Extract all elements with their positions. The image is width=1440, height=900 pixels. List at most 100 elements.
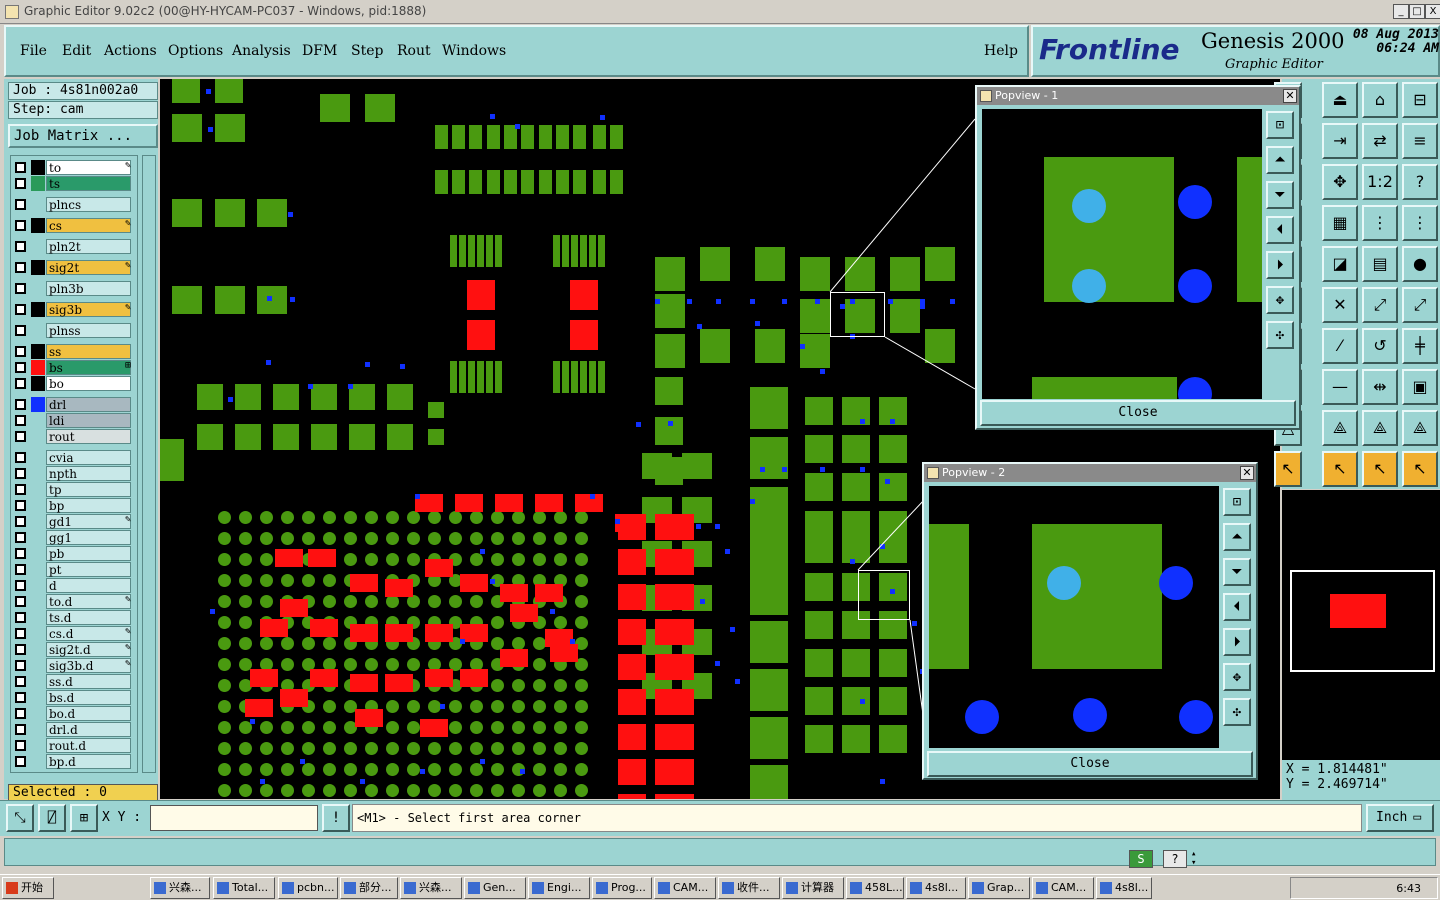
layer-row[interactable]: pln3b	[13, 281, 137, 296]
popview-1-pan-right-icon[interactable]: ⏵	[1266, 251, 1294, 279]
layer-checkbox[interactable]	[15, 612, 26, 623]
tool-button-icon[interactable]: ?	[1402, 164, 1438, 200]
layer-name[interactable]: cs	[46, 218, 131, 233]
tool-button-icon[interactable]: ≡	[1402, 123, 1438, 159]
layer-color-swatch[interactable]	[31, 498, 45, 513]
layer-name[interactable]: bo	[46, 376, 131, 391]
layer-color-swatch[interactable]	[31, 323, 45, 338]
layer-row[interactable]: sig3b.d ✎	[13, 658, 137, 673]
tool-button-icon[interactable]: ↖	[1274, 451, 1302, 487]
layer-checkbox[interactable]	[15, 500, 26, 511]
layer-row[interactable]: ss.d	[13, 674, 137, 689]
close-window-button[interactable]: X	[1425, 4, 1440, 19]
layer-checkbox[interactable]	[15, 162, 26, 173]
layer-checkbox[interactable]	[15, 220, 26, 231]
layer-name[interactable]: ss	[46, 344, 131, 359]
layer-color-swatch[interactable]	[31, 642, 45, 657]
layer-row[interactable]: bs ⊞	[13, 360, 137, 375]
layer-checkbox[interactable]	[15, 564, 26, 575]
tool-button-icon[interactable]: ↖	[1362, 451, 1398, 487]
tool-button-icon[interactable]: ▦	[1322, 205, 1358, 241]
popview-1-close-icon[interactable]: ✕	[1283, 89, 1297, 103]
layer-color-swatch[interactable]	[31, 482, 45, 497]
layer-row[interactable]: sig3b ✎	[13, 302, 137, 317]
tool-button-icon[interactable]: ⋮	[1402, 205, 1438, 241]
layer-name[interactable]: pln2t	[46, 239, 131, 254]
layer-row[interactable]: bo.d	[13, 706, 137, 721]
layer-color-swatch[interactable]	[31, 546, 45, 561]
layer-color-swatch[interactable]	[31, 706, 45, 721]
minimize-button[interactable]: _	[1393, 4, 1409, 19]
layer-name[interactable]: sig3b.d	[46, 658, 131, 673]
popview-2-pan-left-icon[interactable]: ⏴	[1223, 593, 1251, 621]
taskbar-item[interactable]: 兴森...	[400, 877, 462, 899]
layer-name[interactable]: rout.d	[46, 738, 131, 753]
layer-name[interactable]: plnss	[46, 323, 131, 338]
layer-color-swatch[interactable]	[31, 722, 45, 737]
layer-checkbox[interactable]	[15, 199, 26, 210]
tool-button-icon[interactable]: ⤢	[1362, 287, 1398, 323]
layer-name[interactable]: cs.d	[46, 626, 131, 641]
popview-1-pan-left-icon[interactable]: ⏴	[1266, 216, 1294, 244]
popview-1-pan-down-icon[interactable]: ⏷	[1266, 181, 1294, 209]
layer-color-swatch[interactable]	[31, 594, 45, 609]
tool-button-icon[interactable]: —	[1322, 369, 1358, 405]
info-icon[interactable]: !	[322, 804, 350, 832]
layer-name[interactable]: pb	[46, 546, 131, 561]
layer-color-swatch[interactable]	[31, 562, 45, 577]
taskbar-item[interactable]: 收件...	[718, 877, 780, 899]
taskbar-item[interactable]: Total...	[213, 877, 275, 899]
layer-scrollbar[interactable]	[142, 155, 156, 773]
layer-row[interactable]: pb	[13, 546, 137, 561]
tool-button-icon[interactable]: ⁄	[1322, 328, 1358, 364]
layer-name[interactable]: gd1	[46, 514, 131, 529]
tool-button-icon[interactable]: 1:2	[1362, 164, 1398, 200]
layer-checkbox[interactable]	[15, 516, 26, 527]
tool-button-icon[interactable]: ⌂	[1362, 82, 1398, 118]
layer-color-swatch[interactable]	[31, 344, 45, 359]
layer-color-swatch[interactable]	[31, 413, 45, 428]
tool-button-icon[interactable]: ⊟	[1402, 82, 1438, 118]
popview-1-zoom-in-icon[interactable]: ✥	[1266, 286, 1294, 314]
layer-color-swatch[interactable]	[31, 658, 45, 673]
layer-row[interactable]: to.d ✎	[13, 594, 137, 609]
layer-row[interactable]: ss	[13, 344, 137, 359]
tool-button-icon[interactable]: ⟁	[1402, 410, 1438, 446]
layer-checkbox[interactable]	[15, 362, 26, 373]
help-icon[interactable]: ?	[1163, 850, 1187, 868]
layer-row[interactable]: npth	[13, 466, 137, 481]
tool-button-icon[interactable]: ↺	[1362, 328, 1398, 364]
layer-color-swatch[interactable]	[31, 530, 45, 545]
layer-row[interactable]: rout	[13, 429, 137, 444]
layer-row[interactable]: pt	[13, 562, 137, 577]
layer-name[interactable]: ldi	[46, 413, 131, 428]
layer-checkbox[interactable]	[15, 241, 26, 252]
layer-color-swatch[interactable]	[31, 429, 45, 444]
popview-1-view[interactable]	[982, 109, 1262, 399]
layer-name[interactable]: drl	[46, 397, 131, 412]
layer-color-swatch[interactable]	[31, 302, 45, 317]
taskbar-item[interactable]: CAM...	[654, 877, 716, 899]
layer-checkbox[interactable]	[15, 580, 26, 591]
layer-checkbox[interactable]	[15, 399, 26, 410]
layer-color-swatch[interactable]	[31, 450, 45, 465]
layer-checkbox[interactable]	[15, 484, 26, 495]
layer-checkbox[interactable]	[15, 756, 26, 767]
layer-row[interactable]: ts	[13, 176, 137, 191]
layer-color-swatch[interactable]	[31, 690, 45, 705]
layer-row[interactable]: cvia	[13, 450, 137, 465]
layer-color-swatch[interactable]	[31, 626, 45, 641]
layer-color-swatch[interactable]	[31, 376, 45, 391]
popview-2-pan-right-icon[interactable]: ⏵	[1223, 628, 1251, 656]
popview-1-zoom-icon[interactable]: ⊡	[1266, 111, 1294, 139]
layer-row[interactable]: drl	[13, 397, 137, 412]
layer-color-swatch[interactable]	[31, 397, 45, 412]
popview-1-close-button[interactable]: Close	[980, 400, 1296, 426]
layer-name[interactable]: sig2t	[46, 260, 131, 275]
start-button[interactable]: 开始	[2, 877, 54, 899]
layer-name[interactable]: bs.d	[46, 690, 131, 705]
layer-checkbox[interactable]	[15, 262, 26, 273]
popview-2-close-button[interactable]: Close	[927, 751, 1253, 777]
tool-button-icon[interactable]: ↖	[1402, 451, 1438, 487]
tool-button-icon[interactable]: ╪	[1402, 328, 1438, 364]
